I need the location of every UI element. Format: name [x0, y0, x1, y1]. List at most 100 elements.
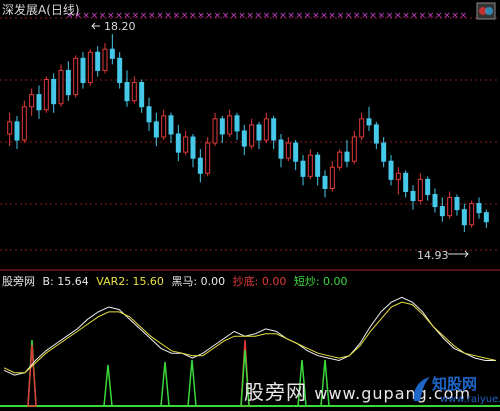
candle-body — [483, 212, 489, 223]
signal-marker: × — [312, 11, 320, 21]
candle-body — [293, 142, 299, 162]
signal-marker: × — [279, 11, 287, 21]
candle-body — [241, 130, 247, 147]
signal-marker: × — [173, 11, 181, 21]
high-arrow — [91, 22, 100, 30]
candle-body — [175, 133, 181, 153]
candle-body — [249, 124, 255, 147]
signal-marker: × — [337, 11, 345, 21]
high-price-label: 18.20 — [104, 20, 136, 33]
brand-name: 知股网 — [432, 375, 478, 393]
indicator-b: B: 15.64 — [42, 275, 89, 288]
candle-body — [388, 160, 394, 180]
brand-url: www.raiyue.com — [440, 394, 500, 405]
candle-body — [21, 106, 27, 141]
signal-marker: × — [394, 11, 402, 21]
signal-marker: × — [402, 11, 410, 21]
signal-marker: × — [156, 11, 164, 21]
signal-marker: × — [189, 11, 197, 21]
candle-body — [73, 57, 79, 96]
candle-body — [381, 142, 387, 162]
candle-body — [315, 154, 321, 177]
signal-marker: × — [320, 11, 328, 21]
signal-marker: × — [353, 11, 361, 21]
signal-marker: × — [263, 11, 271, 21]
candle-body — [227, 115, 233, 135]
signal-marker: × — [296, 11, 304, 21]
signal-marker: × — [91, 11, 99, 21]
candle-body — [271, 118, 277, 141]
signal-marker: × — [427, 11, 435, 21]
candle-body — [454, 197, 460, 211]
candle-body — [183, 136, 189, 153]
candle-body — [366, 118, 372, 126]
candle-body — [124, 82, 130, 102]
watermark-main: 股旁网 — [244, 380, 315, 404]
signal-marker: × — [304, 11, 312, 21]
candle-body — [322, 175, 328, 189]
signal-marker: × — [287, 11, 295, 21]
candle-body — [359, 118, 365, 138]
candle-body — [36, 94, 42, 111]
candle-body — [417, 178, 423, 202]
brand-icon — [413, 377, 430, 401]
candle-body — [51, 79, 57, 105]
signal-marker: × — [222, 11, 230, 21]
candle-body — [95, 51, 101, 71]
signal-marker: × — [435, 11, 443, 21]
indicator-chaodi: 抄底: 0.00 — [232, 275, 287, 288]
signal-marker: × — [205, 11, 213, 21]
candle-body — [469, 203, 475, 226]
candle-body — [219, 118, 225, 135]
indicator-var2: VAR2: 15.60 — [96, 275, 164, 288]
candle-body — [410, 190, 416, 202]
candle-body — [43, 79, 49, 111]
candle-body — [344, 151, 350, 162]
signal-marker: × — [443, 11, 451, 21]
candle-body — [7, 121, 13, 135]
indicator-duanchao: 短炒: 0.00 — [293, 275, 348, 288]
candle-body — [197, 157, 203, 174]
signal-marker: × — [369, 11, 377, 21]
candle-body — [146, 106, 152, 123]
indicator-heima: 黑马: 0.00 — [171, 275, 226, 288]
logo-icon — [476, 2, 496, 20]
candle-body — [117, 57, 123, 84]
candle-body — [190, 136, 196, 159]
candle-body — [256, 124, 262, 141]
chart-canvas[interactable]: × × × × × × × × × × × × × × × × × × × × × × × × × × × × × × × × × × × × × × × ×… — [0, 0, 500, 411]
candle-body — [29, 94, 35, 108]
candle-body — [161, 115, 167, 138]
signal-peak — [160, 361, 170, 407]
signal-marker: × — [410, 11, 418, 21]
signal-marker: × — [238, 11, 246, 21]
signal-marker: × — [148, 11, 156, 21]
candle-body — [447, 197, 453, 217]
candle-body — [14, 121, 20, 141]
candlestick-series — [7, 34, 489, 233]
signal-marker: × — [328, 11, 336, 21]
signal-marker: × — [230, 11, 238, 21]
low-arrow — [448, 250, 469, 258]
signal-marker: × — [164, 11, 172, 21]
signal-peak — [103, 364, 113, 407]
candle-body — [425, 178, 431, 196]
low-price-label: 14.93 — [417, 249, 449, 262]
signal-marker: × — [345, 11, 353, 21]
signal-marker: × — [378, 11, 386, 21]
indicator-lines — [3, 296, 497, 376]
signal-marker: × — [419, 11, 427, 21]
signal-marker: × — [140, 11, 148, 21]
candle-body — [439, 206, 445, 217]
candle-body — [131, 82, 137, 102]
candle-body — [109, 48, 115, 59]
signal-marker: × — [197, 11, 205, 21]
signal-peak — [187, 359, 197, 407]
candle-body — [285, 142, 291, 159]
candle-body — [329, 166, 335, 189]
candle-body — [65, 69, 71, 96]
candle-body — [139, 82, 145, 108]
candle-body — [403, 172, 409, 192]
signal-marker: × — [271, 11, 279, 21]
candle-body — [476, 203, 482, 214]
